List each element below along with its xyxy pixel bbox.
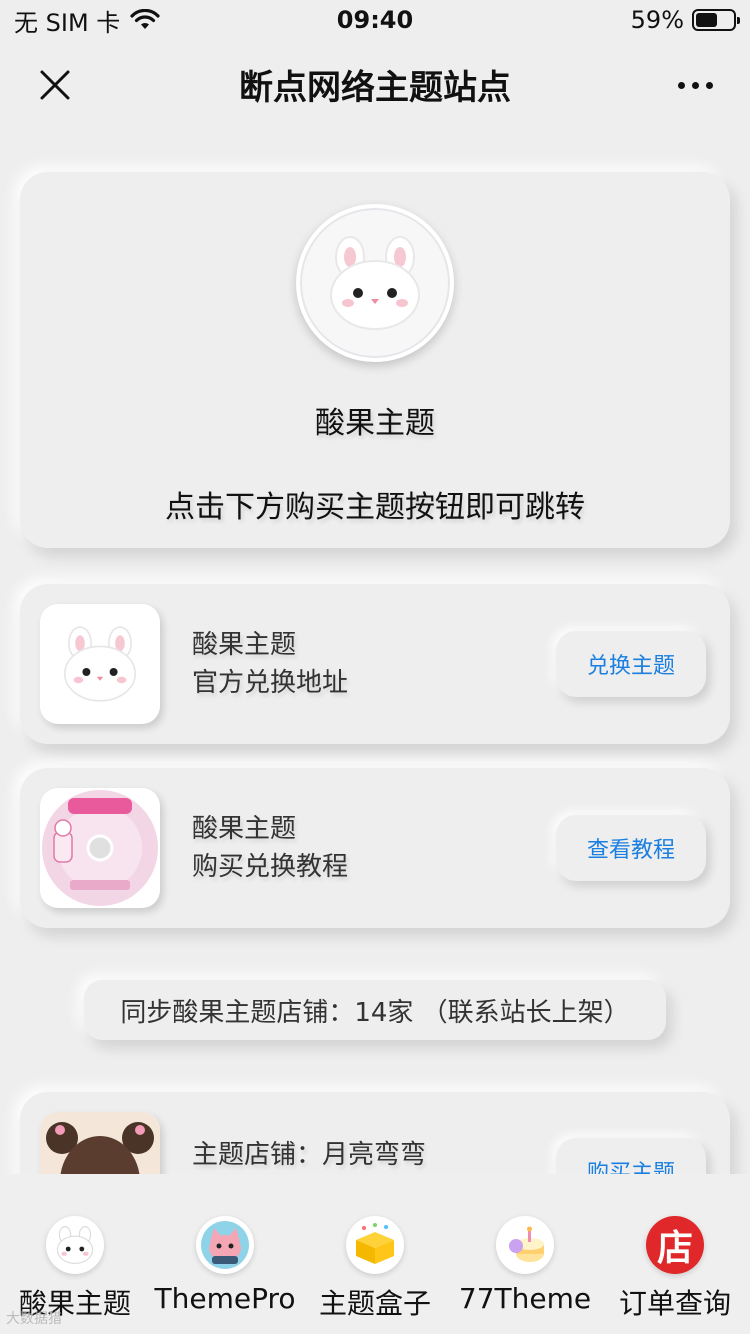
card-text: 主题店铺：月亮弯弯 xyxy=(192,1136,556,1174)
hero-subtitle: 点击下方购买主题按钮即可跳转 xyxy=(165,490,585,525)
more-dot-icon xyxy=(691,81,699,89)
tab-order-query[interactable]: 店 订单查询 xyxy=(600,1174,750,1322)
hero-avatar xyxy=(296,204,454,362)
main-content: 酸果主题 点击下方购买主题按钮即可跳转 酸果主题 官方兑换地址 兑换主题 酸果主… xyxy=(0,128,750,1174)
bunny-icon xyxy=(330,236,420,330)
cake-icon xyxy=(496,1216,554,1274)
card-thumbnail xyxy=(40,1112,160,1174)
card-thumbnail xyxy=(40,604,160,724)
nav-bar: 断点网络主题站点 xyxy=(0,40,750,128)
cat-icon xyxy=(196,1216,254,1274)
tab-theme-box[interactable]: 主题盒子 xyxy=(300,1174,450,1322)
tab-label: ThemePro xyxy=(154,1282,296,1315)
tab-themepro[interactable]: ThemePro xyxy=(150,1174,300,1315)
buy-theme-button[interactable]: 购买主题 xyxy=(556,1138,706,1174)
hero-title: 酸果主题 xyxy=(315,406,435,441)
view-tutorial-button[interactable]: 查看教程 xyxy=(556,815,706,881)
card-title: 主题店铺：月亮弯弯 xyxy=(192,1140,427,1170)
hero-card: 酸果主题 点击下方购买主题按钮即可跳转 xyxy=(20,172,730,548)
page-title: 断点网络主题站点 xyxy=(239,67,511,108)
tab-label: 主题盒子 xyxy=(318,1287,431,1320)
more-dot-icon xyxy=(677,81,685,89)
bunny-icon xyxy=(64,626,136,702)
store-icon-glyph: 店 xyxy=(656,1228,693,1269)
status-right: 59% xyxy=(630,6,740,34)
watermark: 大数据猎 xyxy=(6,1311,62,1327)
more-button[interactable] xyxy=(670,60,720,110)
battery-icon xyxy=(692,9,740,31)
status-bar: 无 SIM 卡 09:40 59% xyxy=(0,0,750,40)
tab-bar: 酸果主题 ThemePro 主题盒子 77Theme 店 订单查询 大数据猎 xyxy=(0,1174,750,1334)
tab-label: 77Theme xyxy=(458,1282,592,1315)
card-subtitle: 购买兑换教程 xyxy=(192,852,349,882)
redeem-card: 酸果主题 官方兑换地址 兑换主题 xyxy=(20,584,730,744)
card-thumbnail xyxy=(40,788,160,908)
store-card: 主题店铺：月亮弯弯 购买主题 xyxy=(20,1092,730,1174)
battery-percent: 59% xyxy=(630,6,684,34)
gift-box-icon xyxy=(346,1216,404,1274)
card-subtitle: 官方兑换地址 xyxy=(192,668,349,698)
tab-label: 订单查询 xyxy=(618,1287,731,1320)
tab-suanguo[interactable]: 酸果主题 xyxy=(0,1174,150,1322)
store-icon: 店 xyxy=(646,1216,704,1274)
card-text: 酸果主题 购买兑换教程 xyxy=(192,810,556,886)
redeem-theme-button[interactable]: 兑换主题 xyxy=(556,631,706,697)
tutorial-card: 酸果主题 购买兑换教程 查看教程 xyxy=(20,768,730,928)
girl-avatar-icon xyxy=(40,1112,160,1174)
stores-notice: 同步酸果主题店铺：14家 （联系站长上架） xyxy=(84,980,666,1040)
carrier-label: 无 SIM 卡 xyxy=(14,8,121,37)
card-text: 酸果主题 官方兑换地址 xyxy=(192,626,556,702)
status-left: 无 SIM 卡 xyxy=(14,3,160,38)
more-dot-icon xyxy=(705,81,713,89)
card-title: 酸果主题 xyxy=(192,630,297,660)
wifi-icon xyxy=(130,9,160,29)
close-button[interactable] xyxy=(30,60,80,110)
tab-77theme[interactable]: 77Theme xyxy=(450,1174,600,1315)
battery-fill xyxy=(696,13,718,27)
close-icon xyxy=(40,70,70,100)
disc-icon xyxy=(42,790,158,906)
card-title: 酸果主题 xyxy=(192,814,297,844)
bunny-icon xyxy=(46,1216,104,1274)
